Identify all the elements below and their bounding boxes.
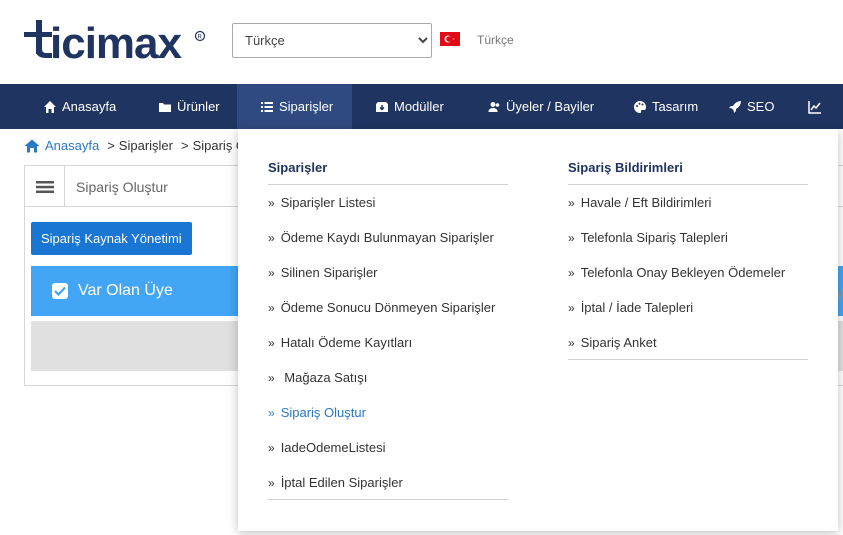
chart-icon	[808, 100, 822, 114]
panel-title: Sipariş Oluştur	[76, 179, 168, 195]
nav-item-urunler[interactable]: Ürünler	[158, 84, 237, 129]
list-icon	[260, 100, 274, 114]
folder-icon	[158, 100, 172, 114]
menu-item-telefonla-siparis-talepleri[interactable]: » Telefonla Sipariş Talepleri	[568, 230, 728, 245]
nav-item-uyeler-bayiler[interactable]: Üyeler / Bayiler	[464, 84, 611, 129]
double-chevron-right-icon: »	[568, 195, 575, 210]
home-icon	[24, 139, 40, 152]
double-chevron-right-icon: »	[568, 300, 575, 315]
double-chevron-right-icon: »	[568, 265, 575, 280]
divider	[268, 184, 508, 185]
rocket-icon	[728, 100, 742, 114]
breadcrumb-separator: >	[180, 138, 189, 153]
double-chevron-right-icon: »	[268, 405, 275, 420]
siparisler-dropdown-menu: Siparişler » Siparişler Listesi » Ödeme Ka…	[238, 129, 838, 531]
divider	[268, 499, 508, 500]
hamburger-icon	[35, 180, 54, 193]
nav-item-seo[interactable]: SEO	[720, 84, 804, 129]
double-chevron-right-icon: »	[568, 335, 575, 350]
home-icon	[43, 100, 57, 114]
turkish-flag-icon[interactable]	[440, 32, 460, 46]
double-chevron-right-icon: »	[268, 195, 275, 210]
language-select[interactable]: Türkçe	[232, 23, 432, 58]
nav-item-anasayfa[interactable]: Anasayfa	[0, 84, 158, 129]
breadcrumb: Anasayfa > Siparişler > Sipariş O	[24, 138, 246, 153]
menu-item-hatali-odeme-kayitlari[interactable]: » Hatalı Ödeme Kayıtları	[268, 335, 412, 350]
double-chevron-right-icon: »	[568, 230, 575, 245]
menu-item-iptal-iade-talepleri[interactable]: » İptal / İade Talepleri	[568, 300, 693, 315]
dropdown-column-title: Sipariş Bildirimleri	[568, 160, 683, 175]
menu-item-siparis-olustur[interactable]: » Sipariş Oluştur	[268, 405, 366, 420]
divider	[568, 359, 808, 360]
breadcrumb-home[interactable]: Anasayfa	[24, 138, 99, 153]
menu-item-siparisler-listesi[interactable]: » Siparişler Listesi	[268, 195, 375, 210]
menu-item-magaza-satisi[interactable]: » Mağaza Satışı	[268, 370, 367, 385]
menu-item-iptal-edilen-siparisler[interactable]: » İptal Edilen Siparişler	[268, 475, 403, 490]
breadcrumb-item-siparisler[interactable]: Siparişler	[119, 138, 173, 153]
dropdown-column-title: Siparişler	[268, 160, 328, 175]
double-chevron-right-icon: »	[268, 230, 275, 245]
menu-item-odeme-sonucu-donmeyen[interactable]: » Ödeme Sonucu Dönmeyen Siparişler	[268, 300, 495, 315]
double-chevron-right-icon: »	[268, 370, 275, 385]
nav-item-reports[interactable]	[804, 84, 834, 129]
language-label[interactable]: Türkçe	[477, 33, 514, 47]
panel-menu-toggle[interactable]	[25, 166, 65, 207]
double-chevron-right-icon: »	[268, 265, 275, 280]
double-chevron-right-icon: »	[268, 475, 275, 490]
main-nav: Anasayfa Ürünler Siparişler Modüller Üye…	[0, 84, 843, 129]
svg-text:R: R	[198, 35, 203, 41]
breadcrumb-separator: >	[107, 138, 115, 153]
svg-text:icimax: icimax	[50, 19, 183, 64]
divider	[568, 184, 808, 185]
palette-icon	[633, 100, 647, 114]
nav-item-tasarim[interactable]: Tasarım	[611, 84, 720, 129]
double-chevron-right-icon: »	[268, 300, 275, 315]
menu-item-odeme-kaydi-bulunmayan[interactable]: » Ödeme Kaydı Bulunmayan Siparişler	[268, 230, 494, 245]
nav-item-moduller[interactable]: Modüller	[352, 84, 464, 129]
double-chevron-right-icon: »	[268, 335, 275, 350]
nav-item-siparisler[interactable]: Siparişler	[237, 84, 352, 129]
existing-member-label: Var Olan Üye	[78, 282, 173, 299]
menu-item-silinen-siparisler[interactable]: » Silinen Siparişler	[268, 265, 378, 280]
checkbox-checked-icon[interactable]	[52, 283, 68, 299]
menu-item-havale-eft-bildirimleri[interactable]: » Havale / Eft Bildirimleri	[568, 195, 711, 210]
order-source-management-button[interactable]: Sipariş Kaynak Yönetimi	[31, 222, 192, 255]
menu-item-iade-odeme-listesi[interactable]: » IadeOdemeListesi	[268, 440, 385, 455]
header: icimax R Türkçe Türkçe	[0, 0, 843, 84]
double-chevron-right-icon: »	[268, 440, 275, 455]
ticimax-logo[interactable]: icimax R	[24, 16, 206, 68]
menu-item-telefonla-onay-bekleyen[interactable]: » Telefonla Onay Bekleyen Ödemeler	[568, 265, 785, 280]
users-icon	[487, 100, 501, 114]
download-box-icon	[375, 100, 389, 114]
menu-item-siparis-anket[interactable]: » Sipariş Anket	[568, 335, 657, 350]
